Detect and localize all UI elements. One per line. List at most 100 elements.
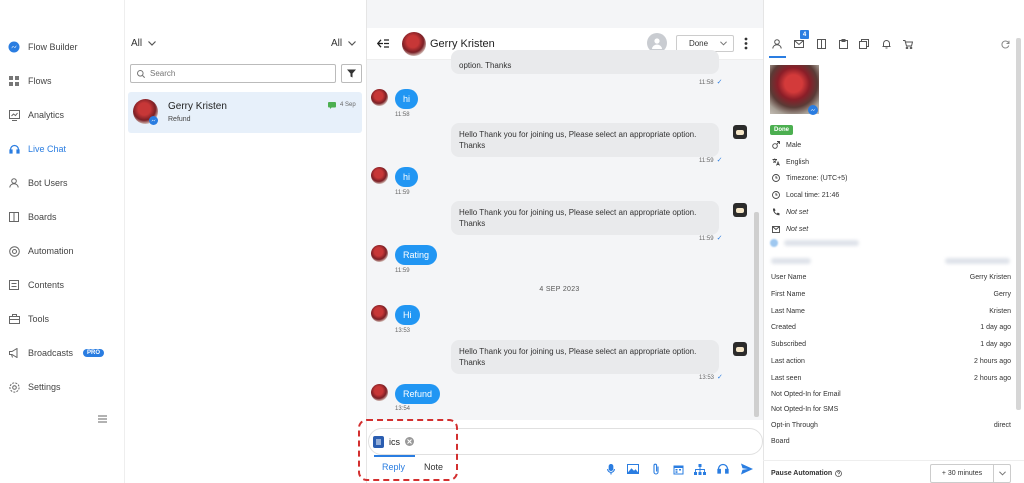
conversation-date: 4 Sep: [340, 102, 356, 108]
redacted-icon: [770, 239, 778, 247]
message-bubble-incoming: hi: [395, 167, 419, 187]
gender-row: Male: [772, 141, 801, 149]
status-filter-label: All: [331, 38, 343, 49]
search-box[interactable]: [130, 64, 336, 83]
sidebar-item-label: Tools: [28, 314, 50, 324]
sidebar-item-flows[interactable]: Flows: [8, 72, 52, 90]
grid-icon: [8, 75, 20, 87]
cart-tab-icon[interactable]: [902, 38, 914, 50]
attr-label: Subscribed: [771, 341, 807, 348]
image-icon[interactable]: [627, 463, 639, 475]
bot-avatar-icon: [733, 125, 747, 139]
sidebar-item-bot-users[interactable]: Bot Users: [8, 174, 68, 192]
sidebar-item-contents[interactable]: Contents: [8, 276, 64, 294]
chat-contact-name: Gerry Kristen: [430, 38, 495, 50]
sidebar-item-label: Boards: [28, 212, 57, 222]
sidebar-item-label: Bot Users: [28, 178, 68, 188]
attr-value: 2 hours ago: [974, 375, 1011, 382]
calendar-icon[interactable]: [672, 463, 684, 475]
conversation-list-item[interactable]: Gerry Kristen Refund 4 Sep: [128, 92, 362, 133]
chart-icon: [8, 109, 20, 121]
active-tab-underline: [769, 56, 786, 58]
message-timestamp: 11:59 ✓: [699, 235, 723, 242]
local-time-value: Local time: 21:46: [786, 191, 840, 199]
clock-icon: [772, 191, 780, 199]
attr-value: Gerry Kristen: [969, 274, 1011, 281]
sidebar-item-broadcasts[interactable]: Broadcasts PRO: [8, 344, 105, 362]
board-tab-icon[interactable]: [815, 38, 827, 50]
paperclip-icon[interactable]: [650, 463, 662, 475]
message-icon: [328, 102, 336, 109]
message-bubble-outgoing: Hello Thank you for joining us, Please s…: [451, 123, 719, 157]
microphone-icon[interactable]: [605, 463, 617, 475]
profile-tab-icon[interactable]: [771, 38, 783, 50]
message-bubble-outgoing: Hello Thank you for joining us, Please s…: [451, 340, 719, 374]
pause-automation-value: + 30 minutes: [931, 465, 994, 482]
avatar: [371, 245, 388, 262]
sidebar-item-label: Analytics: [28, 110, 65, 120]
attr-label: First Name: [771, 291, 806, 298]
status-filter-dropdown[interactable]: All: [331, 38, 357, 49]
inbox-filter-label: All: [131, 38, 143, 49]
collapse-panel-icon[interactable]: [377, 39, 389, 48]
attr-label: Last seen: [771, 375, 802, 382]
sidebar-item-tools[interactable]: Tools: [8, 310, 49, 328]
email-row[interactable]: Not set: [772, 225, 808, 233]
headset-icon[interactable]: [717, 463, 729, 475]
message-timestamp: 13:53 ✓: [699, 374, 723, 381]
help-icon[interactable]: [835, 470, 843, 477]
sidebar-item-analytics[interactable]: Analytics: [8, 106, 64, 124]
bell-tab-icon[interactable]: [880, 38, 892, 50]
chevron-down-icon: [720, 41, 727, 46]
sidebar-item-label: Broadcasts: [28, 348, 74, 358]
copy-tab-icon[interactable]: [858, 38, 870, 50]
bot-avatar-icon: [733, 342, 747, 356]
clock-icon: [772, 174, 780, 182]
search-input[interactable]: [150, 69, 330, 78]
bot-avatar-icon: [733, 203, 747, 217]
message-timestamp: 13:53: [395, 328, 411, 334]
sidebar-item-settings[interactable]: Settings: [8, 378, 61, 396]
gender-icon: [772, 141, 780, 149]
attr-label: Opt-in Through: [771, 422, 818, 429]
filter-button[interactable]: [341, 64, 362, 83]
messenger-badge-icon: [149, 116, 158, 125]
message-timestamp: 11:59: [395, 190, 410, 196]
mail-tab-icon[interactable]: [793, 38, 805, 50]
board-icon: [8, 211, 20, 223]
email-value: Not set: [786, 225, 809, 233]
message-bubble-incoming: Rating: [395, 245, 438, 265]
clipboard-tab-icon[interactable]: [837, 38, 849, 50]
flow-icon[interactable]: [694, 463, 706, 475]
sidebar-item-flow-builder[interactable]: Flow Builder: [8, 38, 78, 56]
message-bubble-incoming: Hi: [395, 305, 420, 325]
user-icon: [652, 37, 662, 49]
highlight-annotation: [358, 419, 458, 481]
broadcast-icon: [8, 347, 20, 359]
refresh-icon[interactable]: [999, 38, 1011, 50]
local-time-row: Local time: 21:46: [772, 191, 839, 199]
sidebar-item-automation[interactable]: Automation: [8, 242, 74, 260]
attr-label: Board: [771, 438, 790, 445]
attr-value: Gerry: [993, 291, 1012, 298]
language-row: English: [772, 158, 809, 166]
profile-scrollbar[interactable]: [1016, 38, 1021, 410]
sidebar-item-live-chat[interactable]: Live Chat: [8, 140, 66, 158]
more-options-icon[interactable]: [744, 37, 748, 50]
attr-value: 1 day ago: [980, 324, 1011, 331]
avatar: [402, 32, 426, 56]
chat-scrollbar[interactable]: [754, 212, 759, 417]
phone-row[interactable]: Not set: [772, 208, 808, 216]
notification-badge: 4: [800, 30, 809, 39]
message-timestamp: 11:58 ✓: [699, 79, 723, 86]
filter-icon: [347, 69, 356, 78]
message-timestamp: 13:54: [395, 406, 411, 412]
send-icon[interactable]: [741, 463, 753, 475]
user-icon: [8, 177, 20, 189]
date-separator: 4 SEP 2023: [539, 286, 580, 293]
pause-automation-dropdown[interactable]: + 30 minutes: [930, 464, 1011, 483]
inbox-filter-dropdown[interactable]: All: [131, 38, 157, 49]
sidebar-item-boards[interactable]: Boards: [8, 208, 57, 226]
collapse-sidebar-icon[interactable]: [98, 415, 107, 423]
pause-automation-label: Pause Automation: [771, 470, 843, 477]
